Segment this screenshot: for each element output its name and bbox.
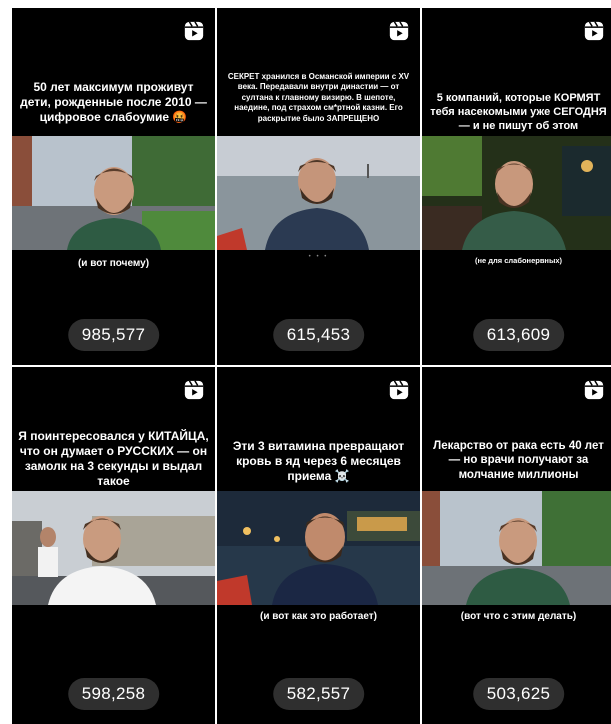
reel-tile[interactable]: 50 лет максимум проживут дети, рожденные… bbox=[12, 8, 215, 365]
reel-tile[interactable]: Лекарство от рака есть 40 лет — но врачи… bbox=[422, 367, 611, 724]
view-count: 615,453 bbox=[272, 319, 365, 351]
reel-thumbnail bbox=[422, 136, 611, 250]
reel-subtext: (и вот как это работает) bbox=[259, 611, 378, 622]
reel-caption: Эти 3 витамина превращают кровь в яд чер… bbox=[232, 439, 405, 483]
reel-thumbnail bbox=[12, 491, 215, 605]
view-count: 985,577 bbox=[67, 319, 160, 351]
reel-icon bbox=[388, 20, 410, 42]
reel-caption: СЕКРЕТ хранился в Османской империи с XV… bbox=[227, 72, 410, 123]
view-count: 598,258 bbox=[67, 678, 160, 710]
reel-caption: 5 компаний, которые КОРМЯТ тебя насекомы… bbox=[430, 92, 607, 132]
reel-thumbnail bbox=[12, 136, 215, 250]
reel-subtext: (не для слабонервных) bbox=[474, 256, 563, 265]
view-count: 503,625 bbox=[472, 678, 565, 710]
reel-icon bbox=[583, 20, 605, 42]
reel-icon bbox=[583, 379, 605, 401]
reel-caption: Лекарство от рака есть 40 лет — но врачи… bbox=[433, 440, 604, 481]
reel-tile[interactable]: Эти 3 витамина превращают кровь в яд чер… bbox=[217, 367, 420, 724]
reel-thumbnail bbox=[217, 491, 420, 605]
reel-tile[interactable]: 5 компаний, которые КОРМЯТ тебя насекомы… bbox=[422, 8, 611, 365]
reel-caption: 50 лет максимум проживут дети, рожденные… bbox=[20, 80, 207, 124]
reel-subtext: (и вот почему) bbox=[77, 258, 150, 269]
view-count: 582,557 bbox=[272, 678, 365, 710]
reel-tile[interactable]: СЕКРЕТ хранился в Османской империи с XV… bbox=[217, 8, 420, 365]
reel-icon bbox=[388, 379, 410, 401]
reel-caption: Я поинтересовался у КИТАЙЦА, что он дума… bbox=[18, 429, 209, 488]
reel-icon bbox=[183, 20, 205, 42]
reel-icon bbox=[183, 379, 205, 401]
reels-grid: 50 лет максимум проживут дети, рожденные… bbox=[12, 8, 611, 724]
carousel-dots: • • • bbox=[308, 254, 329, 260]
reel-thumbnail bbox=[217, 136, 420, 250]
reel-subtext: (вот что с этим делать) bbox=[460, 611, 577, 622]
view-count: 613,609 bbox=[472, 319, 565, 351]
reel-tile[interactable]: Я поинтересовался у КИТАЙЦА, что он дума… bbox=[12, 367, 215, 724]
reel-thumbnail bbox=[422, 491, 611, 605]
